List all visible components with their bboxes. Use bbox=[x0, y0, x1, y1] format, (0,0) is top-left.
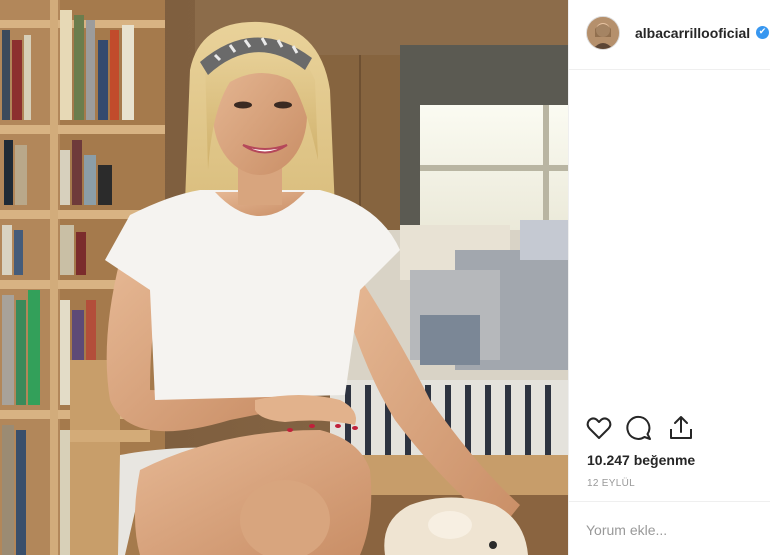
comment-icon bbox=[626, 415, 651, 440]
post-date[interactable]: 12 EYLÜL bbox=[587, 478, 635, 489]
avatar-image bbox=[587, 17, 619, 49]
comment-bar bbox=[569, 501, 770, 556]
comment-button[interactable] bbox=[625, 414, 653, 442]
share-button[interactable] bbox=[667, 414, 695, 442]
verified-badge-icon: ✔ bbox=[756, 26, 769, 39]
share-icon bbox=[670, 416, 692, 439]
post-actions bbox=[585, 414, 705, 444]
comment-input[interactable] bbox=[586, 520, 756, 540]
username-link[interactable]: albacarrillooficial bbox=[635, 25, 750, 41]
post-photo[interactable] bbox=[0, 0, 568, 555]
post-header: albacarrillooficial ✔ bbox=[569, 0, 770, 70]
post-sidebar: albacarrillooficial ✔ 10.247 beğenme 12 … bbox=[569, 0, 770, 555]
avatar[interactable] bbox=[586, 16, 620, 50]
likes-count[interactable]: 10.247 beğenme bbox=[587, 452, 695, 468]
heart-icon bbox=[586, 417, 612, 439]
post-photo-image bbox=[0, 0, 568, 555]
like-button[interactable] bbox=[585, 414, 613, 442]
